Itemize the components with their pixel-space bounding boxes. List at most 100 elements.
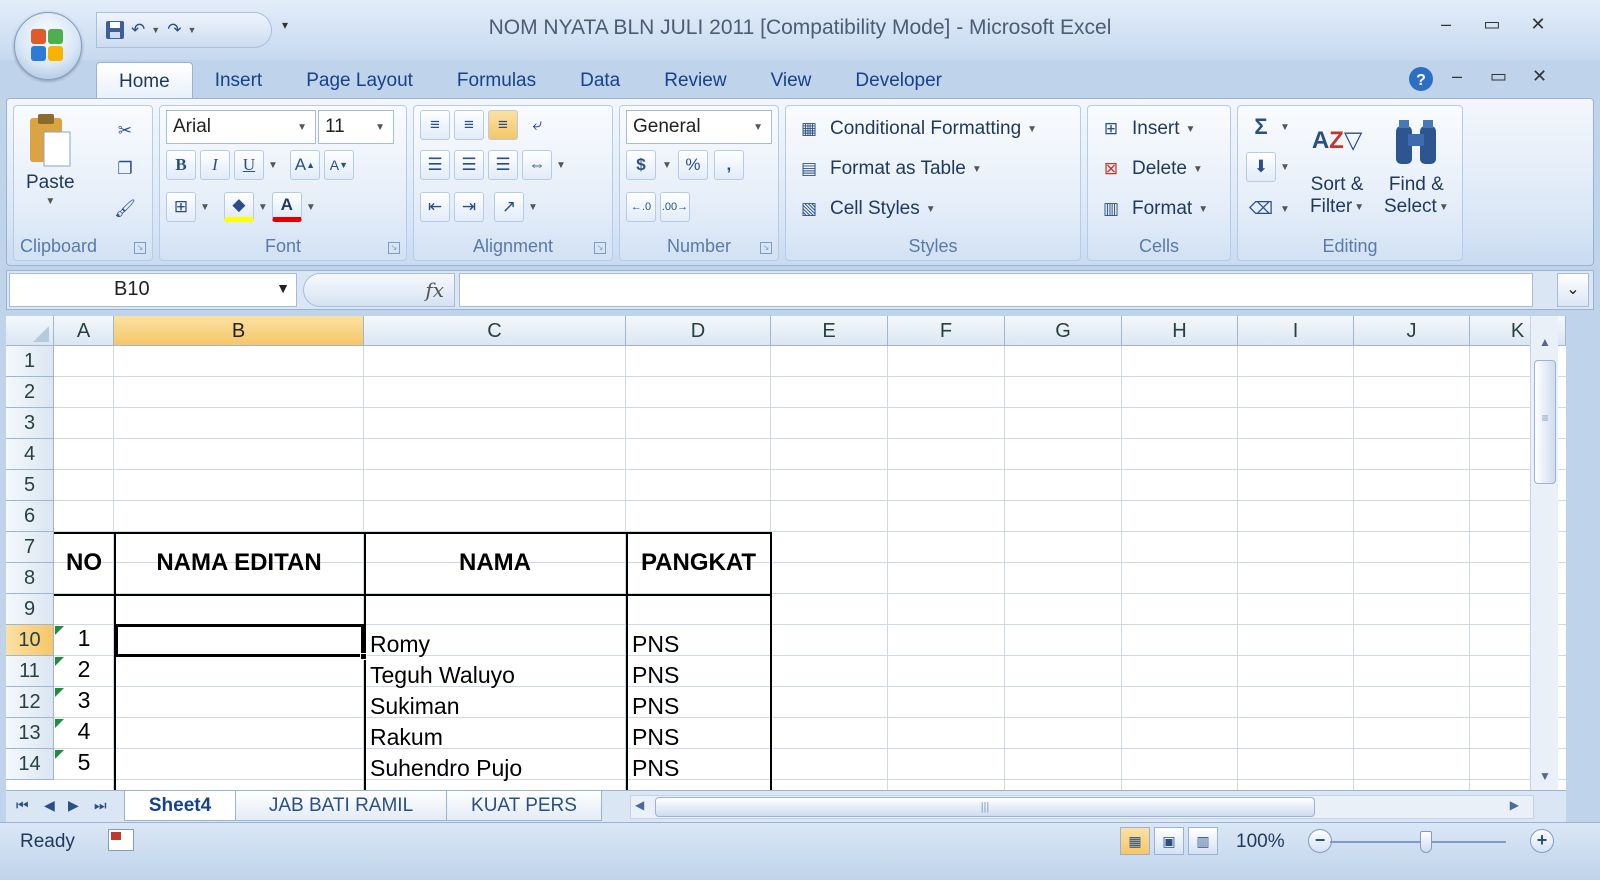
row-header-12[interactable]: 12 (6, 687, 54, 718)
paste-dropdown-icon[interactable]: ▼ (45, 196, 55, 207)
number-launcher-icon[interactable]: ↘ (760, 242, 772, 254)
borders-icon[interactable]: ⊞ (166, 192, 196, 222)
column-header-a[interactable]: A (54, 316, 114, 346)
redo-dropdown-icon[interactable]: ▼ (188, 25, 198, 35)
undo-dropdown-icon[interactable]: ▼ (151, 25, 161, 35)
column-header-e[interactable]: E (771, 316, 888, 346)
clipboard-launcher-icon[interactable]: ↘ (134, 242, 146, 254)
name-box[interactable]: B10 ▼ (9, 273, 297, 307)
cut-icon[interactable]: ✂ (110, 116, 140, 146)
error-indicator-icon[interactable] (55, 719, 64, 728)
page-layout-view-button[interactable]: ▣ (1154, 827, 1184, 855)
format-as-table-button[interactable]: ▤ Format as Table ▼ (794, 154, 982, 184)
underline-dropdown-icon[interactable]: ▼ (268, 160, 278, 171)
font-color-icon[interactable]: A (271, 192, 302, 222)
column-header-b[interactable]: B (114, 316, 364, 346)
next-sheet-icon[interactable]: ▶ (68, 797, 79, 814)
row-header-14[interactable]: 14 (6, 749, 54, 780)
maximize-button[interactable]: ▭ (1476, 14, 1508, 40)
delete-cells-button[interactable]: ⊠ Delete ▼ (1096, 154, 1203, 184)
zoom-level[interactable]: 100% (1236, 831, 1285, 853)
horizontal-scroll-thumb[interactable]: ||| (655, 797, 1315, 817)
name-box-dropdown-icon[interactable]: ▼ (276, 280, 290, 296)
borders-dropdown-icon[interactable]: ▼ (200, 202, 210, 213)
percent-button[interactable]: % (677, 150, 708, 180)
cell-pangkat[interactable]: PNS (632, 660, 769, 691)
zoom-slider-track[interactable] (1330, 841, 1506, 843)
ribbon-restore-button[interactable]: ▭ (1490, 66, 1507, 87)
copy-icon[interactable]: ❐ (110, 154, 140, 184)
close-button[interactable]: ✕ (1522, 14, 1554, 40)
tab-formulas[interactable]: Formulas (435, 62, 558, 100)
wrap-text-icon[interactable]: ⤶ (522, 110, 552, 140)
column-header-h[interactable]: H (1122, 316, 1238, 346)
increase-indent-icon[interactable]: ⇥ (454, 192, 484, 222)
error-indicator-icon[interactable] (55, 657, 64, 666)
expand-formula-bar-icon[interactable]: ⌄ (1557, 273, 1589, 307)
zoom-out-button[interactable]: − (1308, 829, 1332, 853)
cell-nama[interactable]: Teguh Waluyo (370, 660, 624, 691)
zoom-slider-thumb[interactable] (1420, 831, 1432, 853)
scroll-down-icon[interactable]: ▼ (1531, 764, 1559, 788)
worksheet-grid[interactable]: A B C D E F G H I J K 1 2 3 4 5 6 7 8 9 10 11 12 13 14 NO NAMA EDI… (6, 316, 1566, 806)
formula-input[interactable] (459, 273, 1533, 307)
underline-button[interactable]: U (234, 150, 264, 180)
column-header-j[interactable]: J (1354, 316, 1470, 346)
cell-nama-editan[interactable] (114, 718, 364, 749)
increase-decimal-icon[interactable]: ←.0 (626, 192, 656, 222)
grow-font-icon[interactable]: A ▲ (289, 150, 320, 180)
align-right-icon[interactable]: ☰ (488, 150, 518, 180)
undo-icon[interactable]: ↶ (131, 17, 145, 43)
font-color-dropdown-icon[interactable]: ▼ (306, 202, 316, 213)
find-select-button[interactable]: Find & Select ▼ (1384, 112, 1449, 218)
align-center-icon[interactable]: ☰ (454, 150, 484, 180)
cell-pangkat[interactable]: PNS (632, 629, 769, 660)
column-header-d[interactable]: D (626, 316, 771, 346)
autosum-button[interactable]: Σ ▼ (1246, 112, 1290, 142)
decrease-decimal-icon[interactable]: .00→ (660, 192, 690, 222)
row-header-8[interactable]: 8 (6, 563, 54, 594)
sheet-tab-sheet4[interactable]: Sheet4 (124, 791, 236, 821)
row-header-4[interactable]: 4 (6, 439, 54, 470)
tab-insert[interactable]: Insert (193, 62, 285, 100)
bold-button[interactable]: B (166, 150, 196, 180)
currency-button[interactable]: $ (626, 150, 656, 180)
macro-recording-icon[interactable] (108, 829, 134, 851)
orientation-icon[interactable]: ↗ (494, 192, 524, 222)
tab-developer[interactable]: Developer (833, 62, 964, 100)
vertical-scroll-thumb[interactable]: ≡ (1534, 360, 1556, 484)
row-header-10[interactable]: 10 (6, 625, 54, 656)
row-header-13[interactable]: 13 (6, 718, 54, 749)
font-size-select[interactable]: 11 ▼ (318, 110, 394, 144)
column-header-g[interactable]: G (1005, 316, 1122, 346)
save-icon[interactable] (105, 17, 125, 43)
scroll-up-icon[interactable]: ▲ (1531, 330, 1559, 354)
align-bottom-icon[interactable]: ≡ (488, 110, 518, 140)
office-button[interactable] (14, 12, 82, 80)
format-cells-button[interactable]: ▥ Format ▼ (1096, 194, 1208, 224)
currency-dropdown-icon[interactable]: ▼ (662, 160, 672, 171)
horizontal-scrollbar[interactable]: ◀ ||| ▶ (630, 795, 1534, 819)
last-sheet-icon[interactable]: ⏭ (94, 797, 107, 814)
tab-home[interactable]: Home (96, 62, 193, 100)
conditional-formatting-button[interactable]: ▦ Conditional Formatting ▼ (794, 114, 1037, 144)
scroll-left-icon[interactable]: ◀ (635, 798, 644, 812)
row-header-3[interactable]: 3 (6, 408, 54, 439)
sheet-tab-jab-bati-ramil[interactable]: JAB BATI RAMIL (234, 791, 448, 821)
row-header-5[interactable]: 5 (6, 470, 54, 501)
comma-button[interactable]: , (713, 150, 744, 180)
customize-qat-icon[interactable]: ▾ (282, 18, 288, 32)
vertical-scrollbar[interactable]: ▲ ≡ ▼ (1530, 316, 1558, 790)
help-icon[interactable]: ? (1408, 66, 1434, 97)
italic-button[interactable]: I (200, 150, 230, 180)
row-header-2[interactable]: 2 (6, 377, 54, 408)
normal-view-button[interactable]: ▦ (1120, 827, 1150, 855)
fill-color-dropdown-icon[interactable]: ▼ (258, 202, 268, 213)
cell-nama-editan[interactable] (114, 687, 364, 718)
fill-button[interactable]: ⬇ ▼ (1246, 152, 1290, 182)
cell-nama-editan[interactable] (114, 656, 364, 687)
align-top-icon[interactable]: ≡ (420, 110, 450, 140)
orientation-dropdown-icon[interactable]: ▼ (528, 202, 538, 213)
row-header-11[interactable]: 11 (6, 656, 54, 687)
cell-nama[interactable]: Rakum (370, 722, 624, 753)
